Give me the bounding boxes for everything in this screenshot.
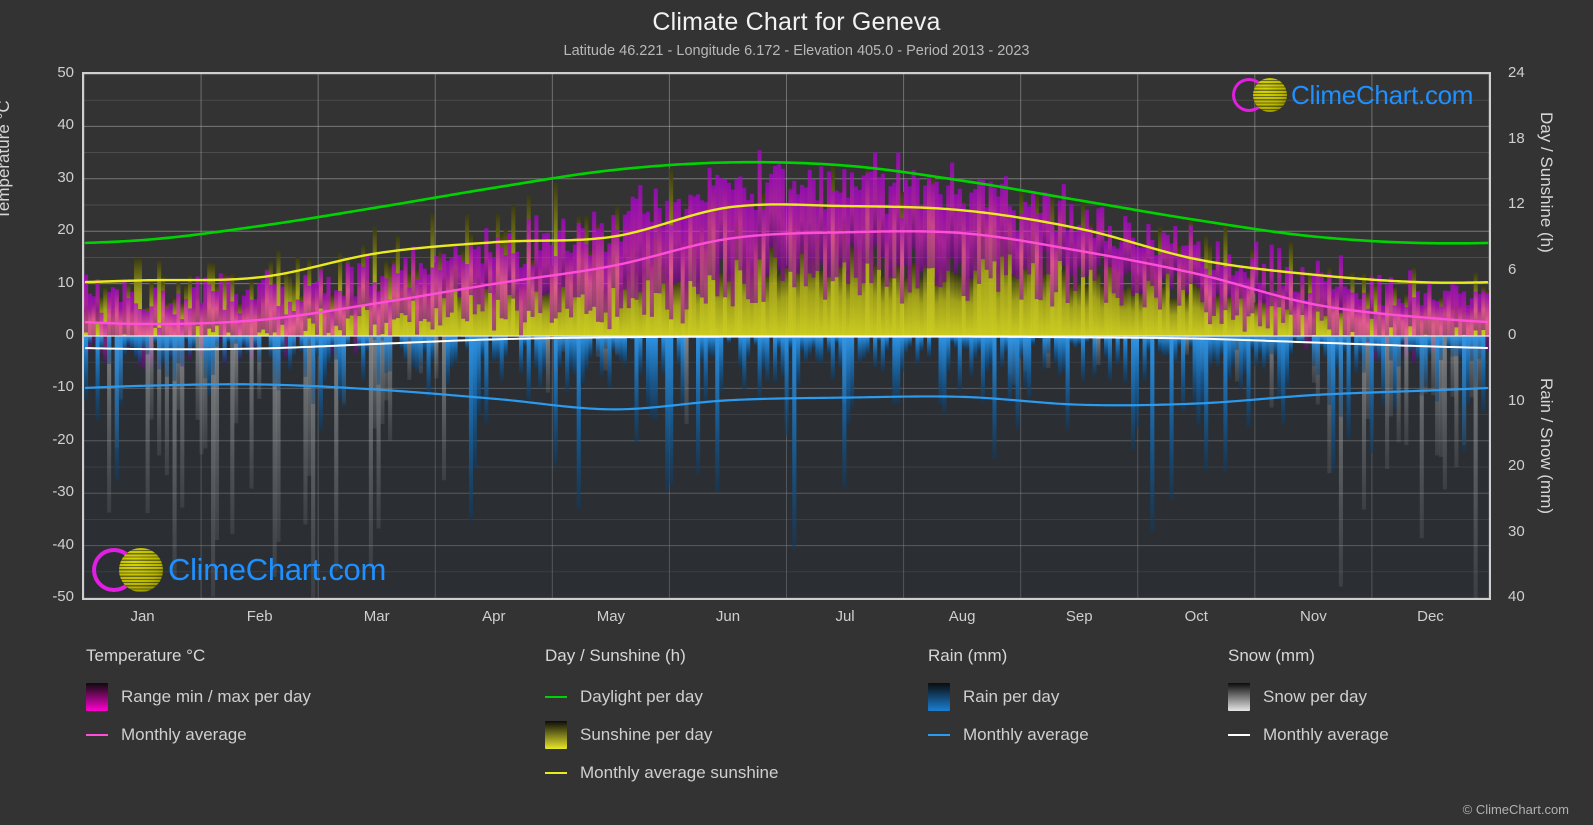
left-tick-10: 10 bbox=[57, 273, 74, 291]
right-tick-hours-24: 24 bbox=[1508, 64, 1525, 81]
legend-item[interactable]: Daylight per day bbox=[545, 678, 778, 716]
legend-item-label: Monthly average sunshine bbox=[580, 763, 779, 782]
x-tick-aug: Aug bbox=[948, 608, 976, 625]
left-axis-label: Temperature °C bbox=[0, 100, 13, 220]
x-tick-sep: Sep bbox=[1065, 608, 1093, 625]
chart-canvas bbox=[84, 74, 1489, 598]
x-tick-nov: Nov bbox=[1300, 608, 1327, 625]
right-axis-label-bottom: Rain / Snow (mm) bbox=[1537, 378, 1556, 515]
x-tick-jun: Jun bbox=[715, 608, 741, 625]
legend-group-snow: Snow (mm) Snow per day Monthly average bbox=[1228, 646, 1389, 754]
legend-item[interactable]: Monthly average bbox=[86, 716, 311, 754]
x-tick-apr: Apr bbox=[482, 608, 506, 625]
left-tick-neg20: -20 bbox=[52, 430, 74, 448]
footer-copyright: © ClimeChart.com bbox=[1462, 802, 1569, 817]
legend-item-label: Daylight per day bbox=[580, 687, 703, 706]
legend-item[interactable]: Snow per day bbox=[1228, 678, 1389, 716]
climate-chart-page: Climate Chart for Geneva Latitude 46.221… bbox=[0, 0, 1593, 825]
left-tick-50: 50 bbox=[57, 64, 74, 81]
legend-item-label: Range min / max per day bbox=[121, 687, 311, 706]
legend-item-label: Rain per day bbox=[963, 687, 1060, 706]
left-tick-neg50: -50 bbox=[52, 588, 74, 605]
x-tick-oct: Oct bbox=[1184, 608, 1208, 625]
left-tick-neg40: -40 bbox=[52, 535, 74, 553]
legend-line-marker bbox=[545, 772, 567, 774]
legend-item[interactable]: Monthly average bbox=[1228, 716, 1389, 754]
legend-item-label: Monthly average bbox=[121, 725, 247, 744]
right-tick-hours-0: 0 bbox=[1508, 326, 1517, 343]
legend-gradient-swatch bbox=[1228, 683, 1250, 711]
chart-legend: Temperature °C Range min / max per day Mon… bbox=[0, 646, 1593, 806]
left-tick-neg10: -10 bbox=[52, 378, 74, 396]
x-tick-feb: Feb bbox=[246, 608, 273, 625]
x-tick-jan: Jan bbox=[130, 608, 155, 625]
legend-item[interactable]: Range min / max per day bbox=[86, 678, 311, 716]
legend-heading: Snow (mm) bbox=[1228, 646, 1315, 665]
left-tick-20: 20 bbox=[57, 221, 74, 239]
legend-line-marker bbox=[928, 734, 950, 736]
legend-item[interactable]: Sunshine per day bbox=[545, 716, 778, 754]
legend-item-label: Monthly average bbox=[963, 725, 1089, 744]
left-tick-40: 40 bbox=[57, 116, 74, 134]
legend-item-label: Sunshine per day bbox=[580, 725, 713, 744]
x-tick-jul: Jul bbox=[835, 608, 855, 625]
right-axis-label-top: Day / Sunshine (h) bbox=[1537, 112, 1556, 253]
legend-group-temperature: Temperature °C Range min / max per day Mon… bbox=[86, 646, 311, 754]
legend-heading: Rain (mm) bbox=[928, 646, 1008, 665]
plot-area[interactable] bbox=[82, 72, 1491, 600]
x-tick-may: May bbox=[596, 608, 626, 625]
page-subtitle: Latitude 46.221 - Longitude 6.172 - Elev… bbox=[563, 43, 1030, 59]
legend-heading: Day / Sunshine (h) bbox=[545, 646, 686, 665]
legend-gradient-swatch bbox=[545, 721, 567, 749]
page-title: Climate Chart for Geneva bbox=[652, 8, 941, 36]
left-tick-30: 30 bbox=[57, 168, 74, 186]
legend-group-sunshine: Day / Sunshine (h) Daylight per day Sunshi… bbox=[545, 646, 778, 792]
legend-gradient-swatch bbox=[928, 683, 950, 711]
legend-line-marker bbox=[1228, 734, 1250, 736]
legend-line-marker bbox=[545, 696, 567, 698]
legend-item[interactable]: Monthly average sunshine bbox=[545, 754, 778, 792]
left-tick-0: 0 bbox=[65, 326, 74, 343]
legend-item[interactable]: Monthly average bbox=[928, 716, 1089, 754]
legend-group-rain: Rain (mm) Rain per day Monthly average bbox=[928, 646, 1089, 754]
legend-line-marker bbox=[86, 734, 108, 736]
legend-heading: Temperature °C bbox=[86, 646, 206, 665]
legend-item-label: Snow per day bbox=[1263, 687, 1367, 706]
right-tick-mm-40: 40 bbox=[1508, 588, 1525, 605]
legend-gradient-swatch bbox=[86, 683, 108, 711]
legend-item[interactable]: Rain per day bbox=[928, 678, 1089, 716]
legend-item-label: Monthly average bbox=[1263, 725, 1389, 744]
x-tick-mar: Mar bbox=[363, 608, 390, 625]
x-tick-dec: Dec bbox=[1417, 608, 1444, 625]
left-tick-neg30: -30 bbox=[52, 483, 74, 501]
